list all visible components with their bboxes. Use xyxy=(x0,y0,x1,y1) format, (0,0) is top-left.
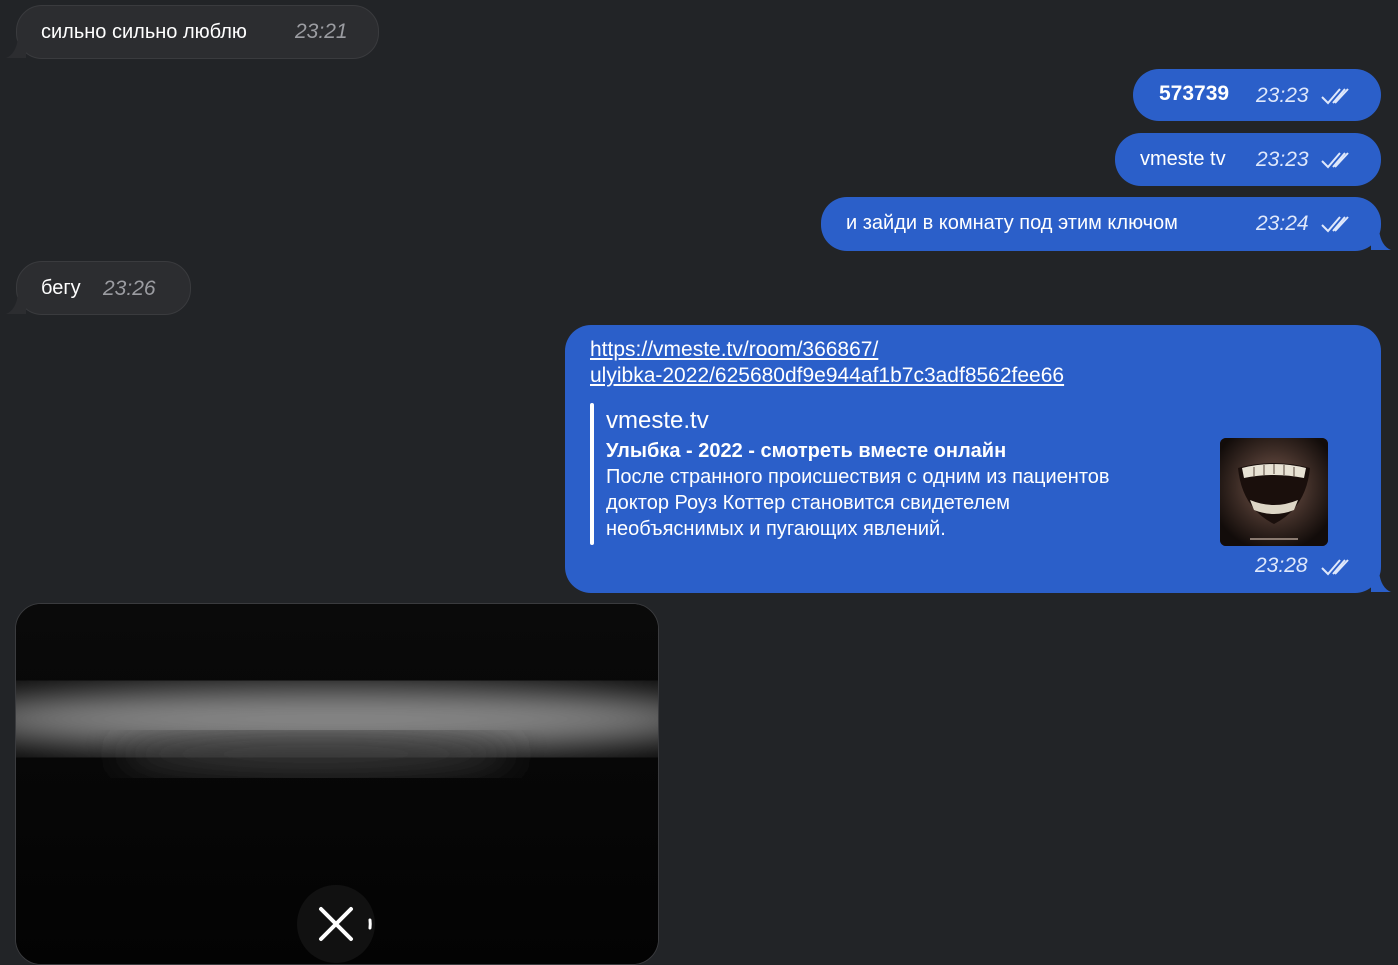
link-preview-description: доктор Роуз Коттер становится свидетелем xyxy=(606,492,1011,514)
message-outgoing[interactable]: и зайди в комнату под этим ключом 23:24 xyxy=(821,197,1381,251)
message-time: 23:21 xyxy=(295,20,348,43)
movie-poster-image[interactable] xyxy=(1220,438,1328,546)
bubble-tail xyxy=(6,294,26,314)
message-outgoing-link[interactable]: https://vmeste.tv/room/366867/ ulyibka-2… xyxy=(565,325,1381,593)
upload-progress-ring xyxy=(368,918,372,930)
cancel-upload-button[interactable] xyxy=(297,885,375,963)
link-preview[interactable]: vmeste.tv Улыбка - 2022 - смотреть вмест… xyxy=(590,403,1330,546)
message-text: vmeste tv xyxy=(1140,148,1226,170)
message-text: сильно сильно люблю xyxy=(41,21,247,43)
read-double-check-icon xyxy=(1321,559,1349,576)
link-preview-description: необъяснимых и пугающих явлений. xyxy=(606,518,946,540)
message-time: 23:23 xyxy=(1256,84,1309,107)
bubble-tail xyxy=(1371,230,1391,250)
message-link[interactable]: ulyibka-2022/625680df9e944af1b7c3adf8562… xyxy=(590,363,1064,389)
message-text: бегу xyxy=(41,277,81,299)
message-outgoing[interactable]: 573739 23:23 xyxy=(1133,69,1381,121)
message-text: 573739 xyxy=(1159,82,1230,105)
poster-art xyxy=(1220,438,1328,546)
bubble-tail xyxy=(6,38,26,58)
message-incoming[interactable]: бегу 23:26 xyxy=(16,261,191,315)
link-preview-site: vmeste.tv xyxy=(606,407,709,434)
message-time: 23:28 xyxy=(1255,554,1308,577)
message-time: 23:26 xyxy=(103,277,156,300)
read-double-check-icon xyxy=(1321,216,1349,233)
message-link[interactable]: https://vmeste.tv/room/366867/ xyxy=(590,337,878,363)
video-message[interactable] xyxy=(15,603,659,965)
message-outgoing[interactable]: vmeste tv 23:23 xyxy=(1115,133,1381,186)
read-double-check-icon xyxy=(1321,152,1349,169)
link-preview-title: Улыбка - 2022 - смотреть вместе онлайн xyxy=(606,440,1007,462)
message-incoming[interactable]: сильно сильно люблю 23:21 xyxy=(16,5,379,59)
bubble-tail xyxy=(1371,572,1391,592)
message-time: 23:23 xyxy=(1256,148,1309,171)
message-text: и зайди в комнату под этим ключом xyxy=(846,212,1178,234)
link-preview-bar xyxy=(590,403,594,545)
read-double-check-icon xyxy=(1321,88,1349,105)
link-preview-description: После странного происшествия с одним из … xyxy=(606,466,1110,488)
message-time: 23:24 xyxy=(1256,212,1309,235)
